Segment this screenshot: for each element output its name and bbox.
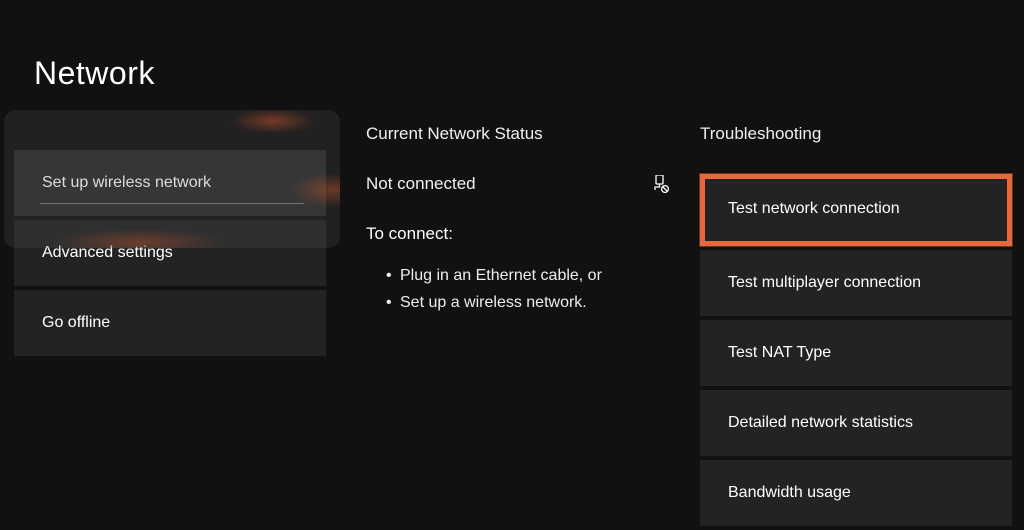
sidebar: Set up wireless network Advanced setting… <box>14 150 326 360</box>
sidebar-item-go-offline[interactable]: Go offline <box>14 290 326 356</box>
instruction-item: Set up a wireless network. <box>386 289 670 316</box>
sidebar-item-label: Advanced settings <box>42 244 173 261</box>
sidebar-item-advanced-settings[interactable]: Advanced settings <box>14 220 326 286</box>
network-status-section: Current Network Status Not connected To … <box>366 124 670 316</box>
trouble-item-detailed-stats[interactable]: Detailed network statistics <box>700 390 1012 456</box>
trouble-item-test-multiplayer[interactable]: Test multiplayer connection <box>700 250 1012 316</box>
trouble-item-label: Test NAT Type <box>728 344 831 361</box>
troubleshooting-list: Test network connection Test multiplayer… <box>700 174 1012 526</box>
sidebar-item-setup-wireless[interactable]: Set up wireless network <box>14 150 326 216</box>
instruction-item: Plug in an Ethernet cable, or <box>386 262 670 289</box>
connect-label: To connect: <box>366 224 670 244</box>
trouble-item-test-nat[interactable]: Test NAT Type <box>700 320 1012 386</box>
troubleshooting-section: Troubleshooting Test network connection … <box>700 124 1012 530</box>
trouble-item-test-network[interactable]: Test network connection <box>700 174 1012 246</box>
status-row: Not connected <box>366 174 670 194</box>
sidebar-item-label: Go offline <box>42 314 110 331</box>
trouble-item-label: Test network connection <box>728 200 900 217</box>
sidebar-item-label: Set up wireless network <box>42 174 211 191</box>
connect-instructions: Plug in an Ethernet cable, or Set up a w… <box>386 262 670 316</box>
trouble-item-label: Test multiplayer connection <box>728 274 921 291</box>
connection-status: Not connected <box>366 174 476 194</box>
page-title: Network <box>34 55 155 92</box>
network-disconnected-icon <box>652 175 670 193</box>
trouble-item-label: Bandwidth usage <box>728 484 851 501</box>
trouble-item-bandwidth[interactable]: Bandwidth usage <box>700 460 1012 526</box>
status-section-header: Current Network Status <box>366 124 670 144</box>
troubleshooting-header: Troubleshooting <box>700 124 1012 144</box>
trouble-item-label: Detailed network statistics <box>728 414 913 431</box>
